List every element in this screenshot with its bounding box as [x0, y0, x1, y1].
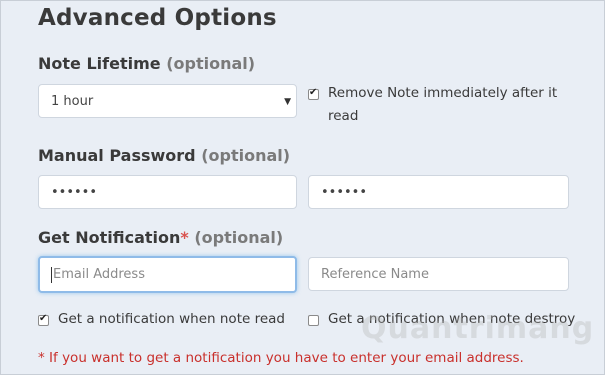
confirm-password-value: ••••••	[321, 185, 368, 200]
confirm-password-input[interactable]: ••••••	[308, 175, 569, 209]
note-lifetime-optional: (optional)	[166, 54, 256, 73]
note-lifetime-select[interactable]: 1 hour ▼	[38, 84, 297, 118]
notify-on-read-checkbox[interactable]	[38, 313, 49, 326]
manual-password-text: Manual Password	[38, 146, 196, 165]
note-lifetime-text: Note Lifetime	[38, 54, 161, 73]
watermark: Quantrimang	[361, 311, 595, 346]
required-mark: *	[180, 228, 189, 247]
remove-after-read-checkbox[interactable]	[308, 87, 319, 100]
email-placeholder: Email Address	[53, 267, 145, 282]
remove-after-read-label-line2: read	[328, 108, 359, 124]
notification-warning: * If you want to get a notification you …	[38, 350, 524, 366]
advanced-options-panel: Advanced Options Note Lifetime (optional…	[0, 0, 605, 375]
reference-name-field[interactable]: Reference Name	[308, 257, 569, 291]
manual-password-label: Manual Password (optional)	[38, 146, 290, 165]
notify-on-destroy-checkbox[interactable]	[308, 315, 319, 326]
notification-optional: (optional)	[194, 228, 284, 247]
password-input[interactable]: ••••••	[38, 175, 297, 209]
note-lifetime-selected-value: 1 hour	[51, 94, 94, 109]
chevron-down-icon: ▼	[284, 97, 291, 107]
reference-placeholder: Reference Name	[321, 267, 429, 282]
notify-on-read-label: Get a notification when note read	[58, 311, 285, 327]
password-value: ••••••	[51, 185, 98, 200]
notification-text: Get Notification	[38, 228, 181, 247]
manual-password-optional: (optional)	[201, 146, 291, 165]
text-caret	[51, 266, 52, 283]
note-lifetime-label: Note Lifetime (optional)	[38, 54, 255, 73]
remove-after-read-label: Remove Note immediately after it	[328, 85, 558, 101]
email-field[interactable]: Email Address	[38, 256, 297, 293]
notification-label: Get Notification* (optional)	[38, 228, 283, 247]
section-title: Advanced Options	[38, 5, 277, 31]
